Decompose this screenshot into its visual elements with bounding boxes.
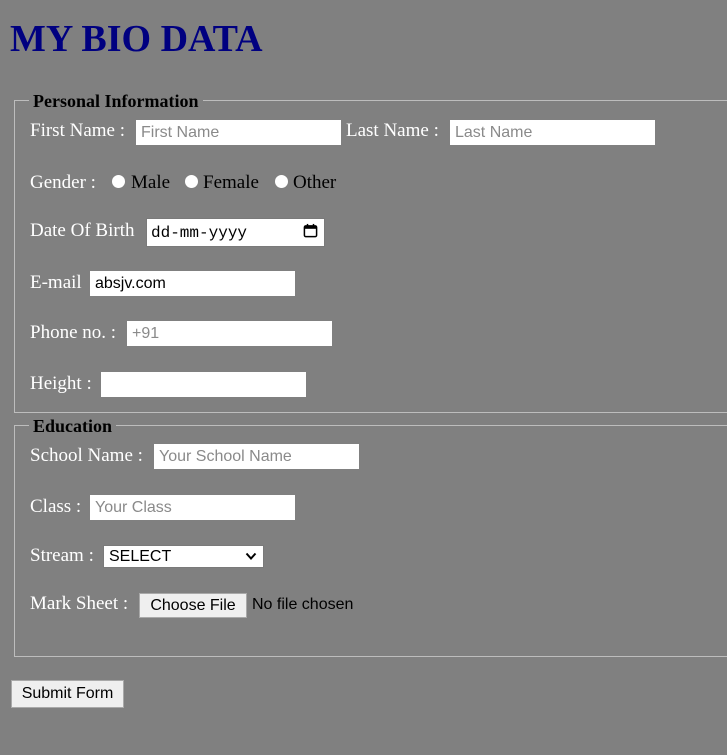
phone-placeholder: +91 xyxy=(132,325,160,342)
education-fieldset: Education School Name : Your School Name… xyxy=(14,416,727,657)
school-name-label: School Name : xyxy=(30,445,143,466)
gender-other-label: Other xyxy=(293,172,337,193)
last-name-label: Last Name : xyxy=(346,120,439,141)
gender-female-label: Female xyxy=(203,172,259,193)
email-value: absjv.com xyxy=(95,275,166,292)
first-name-placeholder: First Name xyxy=(141,124,220,141)
email-input[interactable]: absjv.com xyxy=(90,271,295,296)
personal-information-fieldset: Personal Information First Name : First … xyxy=(14,91,727,413)
choose-file-button[interactable]: Choose File xyxy=(139,593,247,618)
height-label: Height : xyxy=(30,373,92,394)
first-name-label: First Name : xyxy=(30,120,125,141)
stream-select[interactable]: SELECT xyxy=(103,545,264,568)
personal-information-legend: Personal Information xyxy=(29,91,203,111)
stream-label: Stream : xyxy=(30,545,94,566)
gender-label: Gender : xyxy=(30,172,96,193)
file-status-text: No file chosen xyxy=(252,596,354,613)
first-name-input[interactable]: First Name xyxy=(136,120,341,145)
stream-selected: SELECT xyxy=(109,548,172,565)
dob-placeholder: dd-mm-yyyy xyxy=(151,224,248,242)
education-legend: Education xyxy=(29,416,117,436)
gender-male-radio[interactable] xyxy=(112,175,125,188)
chevron-down-icon xyxy=(245,552,257,560)
submit-form-button[interactable]: Submit Form xyxy=(11,680,124,708)
page-title: MY BIO DATA xyxy=(10,18,263,60)
school-name-placeholder: Your School Name xyxy=(159,448,292,465)
class-label: Class : xyxy=(30,496,82,517)
dob-input[interactable]: dd-mm-yyyy xyxy=(146,218,325,247)
gender-other-radio[interactable] xyxy=(275,175,288,188)
class-input[interactable]: Your Class xyxy=(90,495,295,520)
gender-male-label: Male xyxy=(131,172,171,193)
phone-input[interactable]: +91 xyxy=(127,321,332,346)
last-name-input[interactable]: Last Name xyxy=(450,120,655,145)
last-name-placeholder: Last Name xyxy=(455,124,533,141)
email-label: E-mail xyxy=(30,272,82,293)
dob-label: Date Of Birth xyxy=(30,220,135,241)
calendar-icon[interactable] xyxy=(303,223,318,238)
class-placeholder: Your Class xyxy=(95,499,172,516)
school-name-input[interactable]: Your School Name xyxy=(154,444,359,469)
mark-sheet-label: Mark Sheet : xyxy=(30,593,129,614)
phone-label: Phone no. : xyxy=(30,322,117,343)
gender-female-radio[interactable] xyxy=(185,175,198,188)
height-input[interactable] xyxy=(101,372,306,397)
